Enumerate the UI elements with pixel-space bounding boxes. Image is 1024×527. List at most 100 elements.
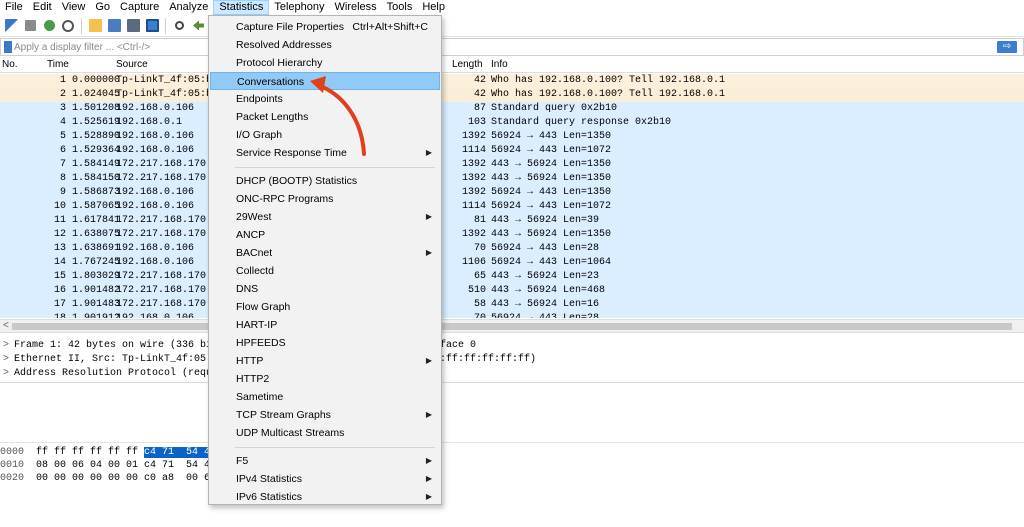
menu-item-ipv4-statistics[interactable]: IPv4 Statistics ▶ [210,470,440,488]
packet-row[interactable]: 18 1.901912192.168.0.106 70 56924 → 443 Len… [0,312,1024,318]
details-tree-text: Address Resolution Protocol (reque [14,368,219,379]
packet-time-cell: 1.528890 [72,131,121,142]
column-header-info[interactable]: Info [491,59,508,70]
scroll-left-icon[interactable]: < [3,320,9,331]
packet-row[interactable]: 5 1.528890 192.168.0.106 1392 56924 → 443 Le… [0,130,1024,144]
scrollbar-thumb[interactable] [12,323,1012,330]
packet-row[interactable]: 3 1.501208 192.168.0.106 87 Standard query 0… [0,102,1024,116]
packet-row[interactable]: 9 1.586873 192.168.0.106 1392 56924 → 443 Le… [0,186,1024,200]
go-back-icon[interactable] [189,17,207,35]
menu-item-collectd[interactable]: Collectd [210,262,440,280]
details-tree-row[interactable]: > Ethernet II, Src: Tp-LinkT_4f:05:b:ff:f… [0,353,1024,367]
packet-row[interactable]: 14 1.767245 192.168.0.106 1106 56924 → 443 L… [0,256,1024,270]
capture-options-icon[interactable] [59,17,77,35]
packet-row[interactable]: 2 1.024045 Tp-LinkT_4f:05:b 42 Who has 192.1… [0,88,1024,102]
menu-item-label: IPv6 Statistics [236,491,302,503]
menu-item-bacnet[interactable]: BACnet ▶ [210,244,440,262]
close-file-icon[interactable] [124,17,142,35]
menu-item-label: Protocol Hierarchy [236,57,323,69]
packet-row[interactable]: 17 1.901483 172.217.168.170 58 443 → 56924 L… [0,298,1024,312]
menu-view[interactable]: View [57,0,91,15]
menu-separator [235,447,435,448]
display-filter-input[interactable] [14,40,974,54]
menu-item-udp-multicast-streams[interactable]: UDP Multicast Streams [210,424,440,442]
apply-filter-button[interactable]: ⇨ [997,41,1017,53]
packet-info-cell: 56924 → 443 Len=1350 [491,131,612,142]
expand-arrow-icon[interactable]: > [3,339,9,353]
packet-row[interactable]: 8 1.584150 172.217.168.170 1392 443 → 56924 … [0,172,1024,186]
menu-item-label: DNS [236,283,259,295]
menu-item-protocol-hierarchy[interactable]: Protocol Hierarchy [210,54,440,72]
packet-src-cell: 172.217.168.170 [116,173,207,184]
packet-row[interactable]: 16 1.901482 172.217.168.170 510 443 → 56924 … [0,284,1024,298]
save-file-icon[interactable] [105,17,123,35]
menu-telephony[interactable]: Telephony [269,0,329,15]
menu-item-resolved-addresses[interactable]: Resolved Addresses [210,36,440,54]
menu-item-packet-lengths[interactable]: Packet Lengths [210,108,440,126]
restart-capture-icon[interactable] [40,17,58,35]
menu-item-hpfeeds[interactable]: HPFEEDS [210,334,440,352]
menu-item-29west[interactable]: 29West ▶ [210,208,440,226]
menu-edit[interactable]: Edit [28,0,57,15]
expand-arrow-icon[interactable]: > [3,353,9,367]
menu-item-ipv6-statistics[interactable]: IPv6 Statistics ▶ [210,488,440,506]
menu-wireless[interactable]: Wireless [330,0,382,15]
menu-item-label: Packet Lengths [236,111,309,123]
main-toolbar [0,15,1024,37]
menu-item-f5[interactable]: F5 ▶ [210,452,440,470]
menu-item-hart-ip[interactable]: HART-IP [210,316,440,334]
menu-item-onc-rpc-programs[interactable]: ONC-RPC Programs [210,190,440,208]
menu-item-endpoints[interactable]: Endpoints [210,90,440,108]
details-tree-row[interactable]: > Address Resolution Protocol (reque [0,367,1024,381]
packet-row[interactable]: 1 0.000000 Tp-LinkT_4f:05:b 42 Who has 192.1… [0,74,1024,88]
menu-item-http2[interactable]: HTTP2 [210,370,440,388]
menu-statistics[interactable]: Statistics [213,0,270,15]
menu-item-tcp-stream-graphs[interactable]: TCP Stream Graphs ▶ [210,406,440,424]
open-file-icon[interactable] [86,17,104,35]
packet-row[interactable]: 11 1.617841 172.217.168.170 81 443 → 56924 L… [0,214,1024,228]
menu-capture[interactable]: Capture [115,0,164,15]
menu-item-conversations[interactable]: Conversations [210,72,440,90]
packet-no-cell: 17 [53,299,66,310]
packet-row[interactable]: 6 1.529364 192.168.0.106 1114 56924 → 443 Le… [0,144,1024,158]
find-packet-icon[interactable] [170,17,188,35]
menu-item-service-response-time[interactable]: Service Response Time ▶ [210,144,440,162]
menu-item-label: IPv4 Statistics [236,473,302,485]
column-header-source[interactable]: Source [116,59,148,70]
menu-go[interactable]: Go [90,0,115,15]
menu-help[interactable]: Help [417,0,450,15]
expand-arrow-icon[interactable]: > [3,367,9,381]
packet-info-cell: 56924 → 443 Len=28 [491,312,599,318]
packet-row[interactable]: 12 1.638075 172.217.168.170 1392 443 → 56924… [0,228,1024,242]
menu-item-sametime[interactable]: Sametime [210,388,440,406]
packet-no-cell: 3 [59,103,66,114]
column-header-length[interactable]: Length [452,59,483,70]
menu-item-ancp[interactable]: ANCP [210,226,440,244]
reload-file-icon[interactable] [143,17,161,35]
menu-analyze[interactable]: Analyze [164,0,213,15]
packet-row[interactable]: 7 1.584149 172.217.168.170 1392 443 → 56924 … [0,158,1024,172]
packet-len-cell: 1392 [461,173,486,184]
packet-row[interactable]: 10 1.587065 192.168.0.106 1114 56924 → 443 L… [0,200,1024,214]
menu-item-http[interactable]: HTTP ▶ [210,352,440,370]
menu-item-dns[interactable]: DNS [210,280,440,298]
menu-item-flow-graph[interactable]: Flow Graph [210,298,440,316]
shark-fin-start-icon[interactable] [2,17,20,35]
packet-row[interactable]: 15 1.803029 172.217.168.170 65 443 → 56924 L… [0,270,1024,284]
column-header-no[interactable]: No. [2,59,18,70]
packet-time-cell: 1.638691 [72,243,121,254]
packet-row[interactable]: 4 1.525619 192.168.0.1 103 Standard query re… [0,116,1024,130]
menu-item-i-o-graph[interactable]: I/O Graph [210,126,440,144]
stop-capture-icon[interactable] [21,17,39,35]
menu-item-dhcp-bootp-statistics[interactable]: DHCP (BOOTP) Statistics [210,172,440,190]
menu-item-label: UDP Multicast Streams [236,427,345,439]
bookmark-filter-icon[interactable] [4,41,12,53]
details-tree-row[interactable]: > Frame 1: 42 bytes on wire (336 bi face 0 [0,339,1024,353]
packet-len-cell: 42 [473,75,486,86]
menu-tools[interactable]: Tools [382,0,418,15]
menu-file[interactable]: File [0,0,28,15]
packet-row[interactable]: 13 1.638691 192.168.0.106 70 56924 → 443 Len… [0,242,1024,256]
packet-list-horizontal-scrollbar[interactable]: < [0,319,1024,333]
menu-item-capture-file-properties[interactable]: Capture File Properties Ctrl+Alt+Shift+C [210,18,440,36]
column-header-time[interactable]: Time [47,59,69,70]
